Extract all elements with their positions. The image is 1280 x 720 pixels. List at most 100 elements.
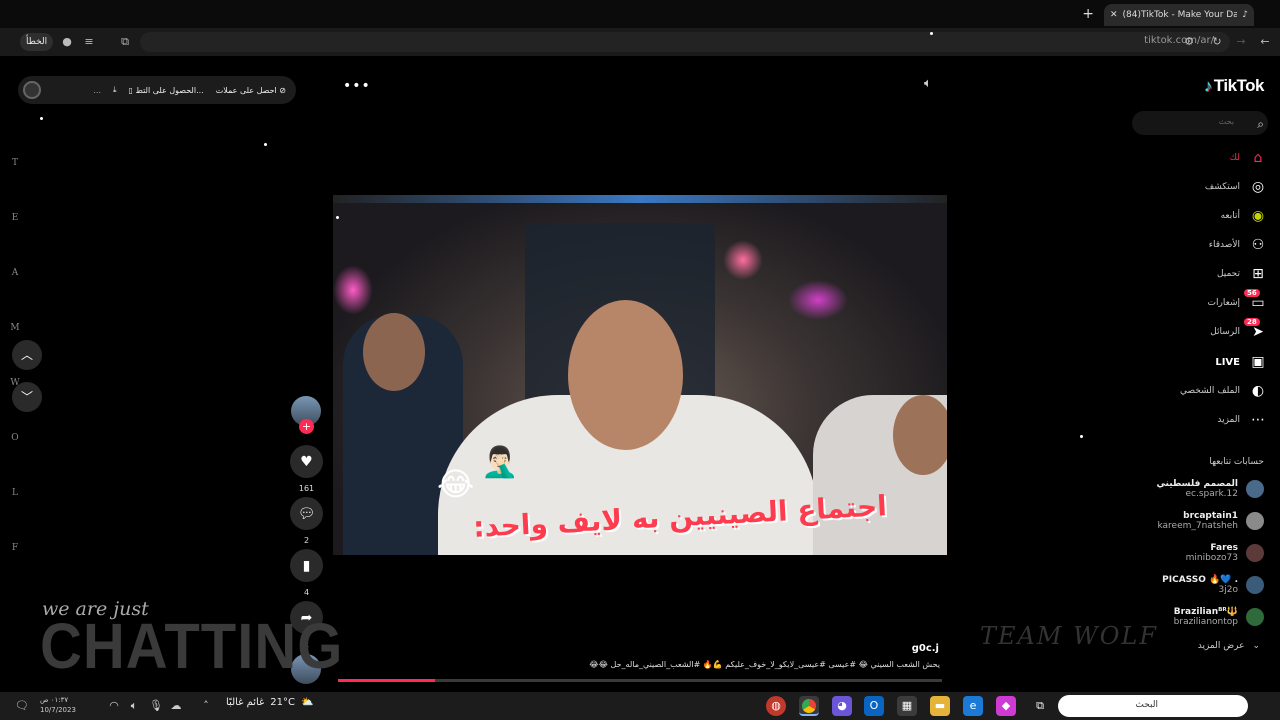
file-explorer-icon[interactable]: ▬: [930, 696, 950, 716]
tiktok-logo[interactable]: ♪ TikTok: [1203, 76, 1265, 96]
star-decoration: [40, 117, 43, 120]
more-icon: ⋯: [1251, 412, 1265, 428]
save-count: 4: [303, 588, 310, 597]
chrome-icon[interactable]: [799, 696, 819, 716]
clock-time: ٠١:٣٧ ص: [40, 696, 69, 704]
more-dots-icon[interactable]: •••: [343, 78, 371, 94]
video-player[interactable]: 😂 🤦🏻‍♂️ اجتماع الصينيين به لايف واحد:: [333, 195, 947, 555]
taskbar-search[interactable]: البحث: [1058, 695, 1248, 717]
video-light: [723, 240, 763, 280]
more-options[interactable]: ...: [93, 86, 101, 95]
browser-tab[interactable]: ✕ (84)TikTok - Make Your Day ♪: [1104, 4, 1254, 26]
onedrive-icon[interactable]: ☁: [166, 696, 186, 716]
face-right: [893, 395, 947, 475]
live-icon: ▣: [1251, 354, 1265, 370]
video-username[interactable]: g0c.j: [912, 643, 939, 654]
nav-label: إشعارات: [1207, 298, 1240, 308]
following-account[interactable]: Fares minibozo73: [1186, 540, 1264, 566]
store-icon[interactable]: ▦: [897, 696, 917, 716]
nav-messages[interactable]: الرسائل ➤ 28: [1210, 318, 1266, 343]
discord-icon[interactable]: ◕: [832, 696, 852, 716]
search-icon[interactable]: ⌕: [1257, 117, 1264, 132]
logo-text: TikTok: [1213, 76, 1265, 95]
notifications-icon[interactable]: 🗨︎: [12, 696, 32, 716]
side-letter: F: [11, 543, 19, 553]
search-input[interactable]: [1132, 111, 1268, 135]
nav-label: الملف الشخصي: [1180, 386, 1240, 396]
nav-friends[interactable]: الأصدقاء ⚇: [1209, 234, 1266, 256]
tab-search-icon[interactable]: ⧉: [118, 35, 132, 49]
see-more-link[interactable]: عرض المزيد ⌄: [1198, 641, 1260, 651]
close-tab-icon[interactable]: ✕: [1110, 10, 1118, 20]
profile-icon: ◐: [1251, 383, 1265, 399]
nav-upload[interactable]: تحميل ⊞: [1217, 263, 1266, 285]
new-tab-button[interactable]: +: [1082, 6, 1094, 22]
nav-label: استكشف: [1204, 182, 1240, 192]
url-box[interactable]: [140, 32, 1230, 52]
video-light: [333, 265, 373, 315]
nav-for-you[interactable]: لك ⌂: [1230, 147, 1266, 169]
nav-more[interactable]: المزيد ⋯: [1217, 409, 1266, 431]
reading-list-icon[interactable]: ≡: [82, 35, 96, 49]
following-account[interactable]: المصمم فلسطيني ec.spark.12: [1156, 476, 1264, 502]
weather-temp: 21°C: [270, 697, 295, 708]
account-handle: kareem_7natsheh: [1157, 521, 1238, 531]
volume-icon[interactable]: 🔈︎: [924, 76, 932, 91]
heart-icon[interactable]: ♥: [290, 445, 323, 478]
app-icon[interactable]: ◍: [766, 696, 786, 716]
speaker-icon[interactable]: 🔈︎: [124, 696, 144, 716]
get-coins-button[interactable]: احصل على عملات ⊘: [216, 86, 286, 95]
copilot-icon[interactable]: ◆: [996, 696, 1016, 716]
nav-notifications[interactable]: إشعارات ▭ 56: [1207, 289, 1266, 314]
face-left: [363, 313, 425, 391]
extension-icon[interactable]: ●: [60, 35, 74, 49]
side-letter: M: [10, 323, 20, 333]
reload-icon[interactable]: ↻: [1210, 35, 1224, 49]
tiktok-note-icon: ♪: [1203, 76, 1213, 95]
nav-profile[interactable]: الملف الشخصي ◐: [1180, 380, 1266, 402]
follow-plus-icon[interactable]: +: [299, 419, 314, 434]
nav-following[interactable]: أتابعه ◉: [1221, 205, 1266, 227]
url-text[interactable]: tiktok.com/ar/: [1144, 35, 1214, 46]
following-account[interactable]: brcaptain1 kareem_7natsheh: [1157, 508, 1264, 534]
user-avatar[interactable]: [23, 81, 41, 99]
save-action[interactable]: ▮ 4: [290, 549, 323, 597]
side-letter: L: [12, 488, 18, 498]
avatar: [1246, 608, 1264, 626]
friends-icon: ⚇: [1251, 237, 1265, 253]
messages-icon: ➤ 28: [1244, 318, 1266, 340]
account-handle: brazilianontop: [1173, 617, 1238, 627]
bookmark-icon[interactable]: ▮: [290, 549, 323, 582]
back-icon[interactable]: ←: [1258, 35, 1272, 49]
comment-icon[interactable]: 💬︎: [290, 497, 323, 530]
facepalm-emoji: 🤦🏻‍♂️: [481, 445, 519, 480]
home-icon: ⌂: [1253, 150, 1263, 166]
side-letter: W: [10, 378, 20, 388]
top-controls: ... ⤓ ▯ الحصول على التط... احصل على عملا…: [18, 76, 296, 104]
video-progress-bar[interactable]: [338, 679, 942, 682]
download-icon[interactable]: ⤓: [113, 85, 117, 95]
weather-text: غائم غالبًا: [226, 697, 265, 708]
microphone-icon[interactable]: 🎙︎: [146, 696, 166, 716]
nav-label: أتابعه: [1220, 211, 1240, 221]
like-action[interactable]: ♥ 161: [290, 445, 323, 493]
following-account[interactable]: Brazilianᴮᴿ🔱 brazilianontop: [1174, 604, 1264, 630]
task-view-icon[interactable]: ⧉: [1030, 696, 1050, 716]
error-button[interactable]: الخطأ: [20, 33, 54, 51]
video-progress-fill: [338, 679, 435, 682]
site-settings-icon[interactable]: ⚙: [1182, 35, 1196, 49]
nav-live[interactable]: LIVE ▣: [1215, 351, 1266, 373]
nav-explore[interactable]: استكشف ◎: [1205, 176, 1266, 198]
taskbar-clock[interactable]: ٠١:٣٧ ص 10/7/2023: [40, 695, 76, 715]
chevron-down-icon: ⌄: [1252, 641, 1260, 651]
weather-widget[interactable]: غائم غالبًا 21°C ⛅: [226, 697, 313, 708]
edge-icon[interactable]: e: [963, 696, 983, 716]
get-app-button[interactable]: ▯ الحصول على التط...: [129, 86, 204, 95]
chevron-up-icon[interactable]: ˄: [196, 696, 216, 716]
comment-action[interactable]: 💬︎ 2: [290, 497, 323, 545]
wifi-icon[interactable]: ◠: [104, 696, 124, 716]
outlook-icon[interactable]: O: [864, 696, 884, 716]
forward-icon[interactable]: →: [1234, 35, 1248, 49]
following-account[interactable]: PICASSO 🔥💙 . 3j2o: [1162, 572, 1264, 598]
video-light: [788, 280, 848, 320]
